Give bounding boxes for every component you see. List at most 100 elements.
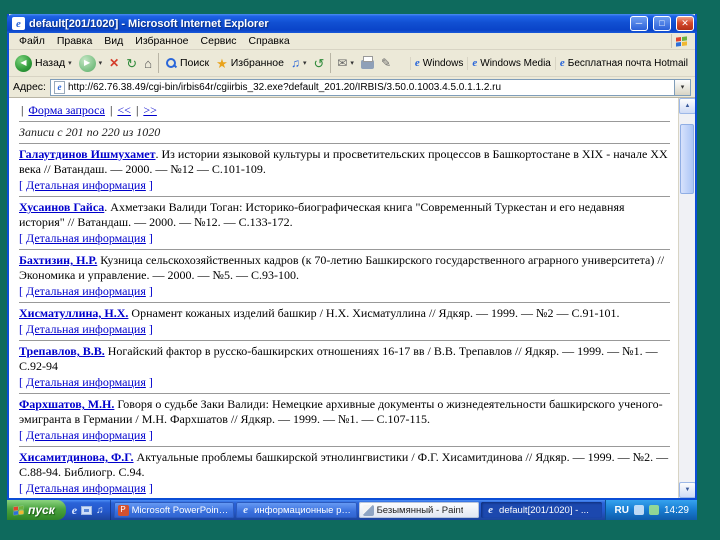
show-desktop-icon[interactable]	[81, 505, 93, 515]
record-citation: Трепавлов, В.В. Ногайский фактор в русск…	[19, 344, 670, 374]
detail-info-link[interactable]: Детальная информация	[26, 428, 146, 442]
bracket: ]	[148, 178, 153, 192]
ie-quicklaunch-icon[interactable]: e	[72, 503, 77, 518]
search-results-page: | Форма запроса | << | >> Записи с 201 п…	[9, 98, 678, 498]
desktop-screenshot: e default[201/1020] - Microsoft Internet…	[7, 14, 697, 520]
address-input[interactable]	[67, 79, 674, 95]
task-button-ie-active[interactable]: e default[201/1020] - ...	[481, 502, 602, 518]
detail-info-line: [ Детальная информация ]	[19, 481, 670, 496]
refresh-button[interactable]: ↻	[123, 55, 140, 72]
edit-button[interactable]: ✎	[378, 55, 394, 71]
start-label: пуск	[28, 503, 55, 517]
taskbar-clock[interactable]: 14:29	[664, 505, 689, 516]
system-tray: RU 14:29	[604, 500, 697, 520]
record-citation: Хисамитдинова, Ф.Г. Актуальные проблемы …	[19, 450, 670, 480]
language-indicator[interactable]: RU	[615, 505, 629, 516]
bracket: ]	[148, 375, 153, 389]
links-bar: e Windows e Windows Media e Бесплатная п…	[409, 56, 692, 70]
task-button-document[interactable]: e информационные рес...	[236, 502, 357, 518]
media-player-quicklaunch-icon[interactable]: ♫	[96, 505, 104, 516]
menu-favorites[interactable]: Избранное	[129, 34, 194, 48]
scrollbar-thumb[interactable]	[680, 124, 694, 194]
record-author-link[interactable]: Хисамитдинова, Ф.Г.	[19, 450, 134, 464]
mail-dropdown-icon[interactable]: ▾	[350, 60, 354, 67]
page-icon: e	[53, 80, 65, 94]
detail-info-link[interactable]: Детальная информация	[26, 178, 146, 192]
bracket: ]	[148, 481, 153, 495]
record-author-link[interactable]: Трепавлов, В.В.	[19, 344, 105, 358]
ie-icon: e	[488, 504, 493, 516]
close-button[interactable]: ✕	[676, 16, 694, 31]
prev-page-link[interactable]: <<	[117, 103, 131, 117]
links-bar-item-hotmail[interactable]: e Бесплатная почта Hotmail	[554, 56, 692, 70]
media-button[interactable]: ♫ ▾	[288, 55, 310, 71]
bracket: [	[19, 284, 23, 298]
home-button[interactable]: ⌂	[141, 55, 155, 72]
forward-dropdown-icon[interactable]: ▾	[99, 60, 103, 67]
titlebar[interactable]: e default[201/1020] - Microsoft Internet…	[7, 14, 697, 33]
detail-info-link[interactable]: Детальная информация	[26, 481, 146, 495]
menu-edit[interactable]: Правка	[51, 34, 98, 48]
vertical-scrollbar[interactable]: ▲ ▼	[678, 98, 695, 498]
bracket: [	[19, 178, 23, 192]
separator: |	[21, 103, 24, 117]
record-author-link[interactable]: Хисматуллина, Н.Х.	[19, 306, 128, 320]
scroll-down-icon[interactable]: ▼	[679, 482, 695, 498]
detail-info-link[interactable]: Детальная информация	[26, 284, 146, 298]
detail-info-link[interactable]: Детальная информация	[26, 375, 146, 389]
toolbar-separator	[330, 53, 332, 73]
address-bar: Адрес: e ▾	[9, 77, 695, 98]
back-dropdown-icon[interactable]: ▾	[68, 60, 72, 67]
favorites-button[interactable]: ★ Избранное	[213, 55, 287, 72]
menu-view[interactable]: Вид	[98, 34, 129, 48]
back-icon: ◀	[15, 54, 32, 72]
menu-tools[interactable]: Сервис	[195, 34, 243, 48]
detail-info-line: [ Детальная информация ]	[19, 231, 670, 246]
record-author-link[interactable]: Фархшатов, М.Н.	[19, 397, 114, 411]
mail-button[interactable]: ✉ ▾	[334, 55, 357, 71]
citation-text: Орнамент кожаных изделий башкир / Н.Х. Х…	[128, 306, 620, 320]
citation-text: . Ахметзаки Валиди Тоган: Историко-биогр…	[19, 200, 625, 229]
browser-window: e default[201/1020] - Microsoft Internet…	[7, 14, 697, 500]
maximize-button[interactable]: □	[653, 16, 671, 31]
print-button[interactable]	[358, 55, 377, 71]
quick-launch: e ♫	[66, 500, 111, 520]
start-button[interactable]: пуск	[7, 500, 66, 520]
divider	[19, 446, 670, 447]
record-citation: Хусаинов Гайса. Ахметзаки Валиди Тоган: …	[19, 200, 670, 230]
ie-favicon: e	[12, 17, 25, 30]
stop-button[interactable]: ✕	[106, 55, 122, 71]
record-author-link[interactable]: Галаутдинов Ишмухамет	[19, 147, 156, 161]
detail-info-link[interactable]: Детальная информация	[26, 231, 146, 245]
scrollbar-track[interactable]	[679, 114, 695, 482]
ie-icon: e	[472, 56, 478, 69]
record-item: Галаутдинов Ишмухамет. Из истории языков…	[19, 147, 670, 197]
history-button[interactable]: ↺	[310, 55, 327, 72]
next-page-link[interactable]: >>	[143, 103, 157, 117]
media-icon: ♫	[290, 56, 300, 70]
minimize-button[interactable]: ─	[630, 16, 648, 31]
links-bar-item-windows-media[interactable]: e Windows Media	[467, 56, 554, 70]
task-label: default[201/1020] - ...	[499, 504, 589, 516]
search-button[interactable]: Поиск	[162, 55, 212, 71]
address-field[interactable]: e ▾	[49, 78, 691, 96]
task-button-powerpoint[interactable]: P Microsoft PowerPoint ...	[113, 502, 235, 518]
record-author-link[interactable]: Бахтизин, Н.Р.	[19, 253, 97, 267]
detail-info-link[interactable]: Детальная информация	[26, 322, 146, 336]
record-item: Хисматуллина, Н.Х. Орнамент кожаных изде…	[19, 306, 670, 341]
menu-help[interactable]: Справка	[242, 34, 295, 48]
media-dropdown-icon[interactable]: ▾	[303, 60, 307, 67]
links-bar-item-windows[interactable]: e Windows	[409, 56, 467, 70]
forward-button[interactable]: ▶ ▾	[76, 53, 106, 74]
bracket: ]	[148, 428, 153, 442]
menu-file[interactable]: Файл	[13, 34, 51, 48]
back-button[interactable]: ◀ Назад ▾	[12, 53, 75, 74]
divider	[19, 196, 670, 197]
scroll-up-icon[interactable]: ▲	[679, 98, 695, 114]
address-dropdown-icon[interactable]: ▾	[674, 79, 690, 95]
tray-icon[interactable]	[648, 505, 659, 515]
tray-icon[interactable]	[633, 505, 644, 515]
task-button-paint[interactable]: Безымянный - Paint	[358, 502, 480, 518]
query-form-link[interactable]: Форма запроса	[28, 103, 105, 117]
record-author-link[interactable]: Хусаинов Гайса	[19, 200, 104, 214]
